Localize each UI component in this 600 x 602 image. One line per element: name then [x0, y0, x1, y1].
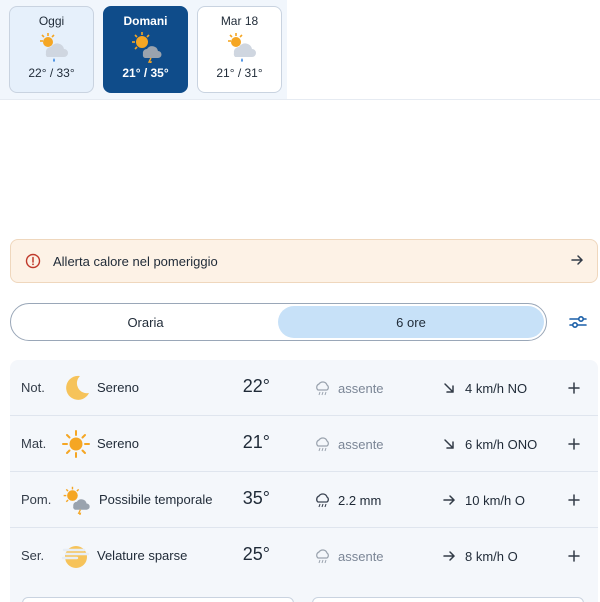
partly-cloudy-rain-icon: [35, 31, 69, 63]
rain-amount: assente: [338, 381, 384, 396]
toggle-oraria[interactable]: Oraria: [13, 306, 278, 338]
alert-text: Allerta calore nel pomeriggio: [53, 253, 218, 269]
wind-speed: 4 km/h NO: [465, 381, 528, 396]
day-card-oggi[interactable]: Oggi 22° / 33°: [9, 6, 94, 93]
forecast-table: Not. Sereno 22° assente 4 km/h NO Mat. S…: [10, 360, 598, 602]
day-name: Mar 18: [220, 14, 259, 28]
expand-plus-icon[interactable]: [566, 492, 582, 508]
rain-amount: assente: [338, 437, 384, 452]
period-label: Ser.: [21, 548, 45, 563]
forecast-row-pomeriggio: Pom. Possibile temporale 35° 2.2 mm 10 k…: [10, 472, 598, 528]
wind-speed: 10 km/h O: [465, 493, 525, 508]
rain-amount: 2.2 mm: [338, 493, 382, 508]
day-card-domani[interactable]: Domani 21° / 35°: [103, 6, 188, 93]
temperature: 35°: [242, 488, 270, 508]
cloud-drops-icon: [314, 436, 332, 452]
bottom-button-right[interactable]: [312, 597, 584, 602]
condition-label: Velature sparse: [97, 548, 188, 563]
temperature: 22°: [242, 376, 270, 396]
sun-cloud-storm-icon: [61, 485, 91, 515]
wind-direction-icon: [441, 548, 457, 564]
day-temp-range: 21° / 35°: [122, 66, 169, 80]
expand-plus-icon[interactable]: [566, 548, 582, 564]
cloud-drops-icon: [314, 380, 332, 396]
wind-direction-icon: [441, 436, 457, 452]
partly-cloudy-rain-icon: [223, 31, 257, 63]
condition-label: Sereno: [97, 436, 139, 451]
hazy-sun-icon: [61, 541, 91, 571]
sun-cloud-storm-icon: [129, 31, 163, 63]
period-label: Mat.: [21, 436, 47, 451]
day-temp-range: 21° / 31°: [216, 66, 263, 80]
expand-plus-icon[interactable]: [566, 436, 582, 452]
filter-settings-icon[interactable]: [568, 312, 588, 332]
sun-icon: [61, 429, 91, 459]
divider: [0, 99, 600, 100]
alert-circle-icon: [25, 253, 41, 269]
forecast-row-sera: Ser. Velature sparse 25° assente 8 km/h …: [10, 528, 598, 584]
day-name: Domani: [123, 14, 168, 28]
temperature: 21°: [242, 432, 270, 452]
forecast-row-notte: Not. Sereno 22° assente 4 km/h NO: [10, 360, 598, 416]
toggle-6-ore[interactable]: 6 ore: [278, 306, 544, 338]
arrow-right-icon: [569, 252, 585, 268]
period-label: Pom.: [21, 492, 52, 507]
period-label: Not.: [21, 380, 45, 395]
cloud-rain-icon: [314, 492, 332, 508]
expand-plus-icon[interactable]: [566, 380, 582, 396]
heat-alert-banner[interactable]: Allerta calore nel pomeriggio: [10, 239, 598, 283]
cloud-drops-icon: [314, 548, 332, 564]
day-temp-range: 22° / 33°: [28, 66, 75, 80]
condition-label: Sereno: [97, 380, 139, 395]
view-toggle: Oraria 6 ore: [10, 303, 547, 341]
wind-direction-icon: [441, 380, 457, 396]
wind-speed: 8 km/h O: [465, 549, 518, 564]
day-card-mar-18[interactable]: Mar 18 21° / 31°: [197, 6, 282, 93]
condition-label: Possibile temporale: [99, 492, 213, 507]
wind-speed: 6 km/h ONO: [465, 437, 538, 452]
rain-amount: assente: [338, 549, 384, 564]
wind-direction-icon: [441, 492, 457, 508]
day-selector: Oggi 22° / 33° Domani 21° / 35° Mar 18 2…: [0, 0, 600, 100]
moon-icon: [61, 373, 91, 403]
forecast-row-mattina: Mat. Sereno 21° assente 6 km/h ONO: [10, 416, 598, 472]
temperature: 25°: [242, 544, 270, 564]
day-name: Oggi: [38, 14, 65, 28]
bottom-button-left[interactable]: [22, 597, 294, 602]
